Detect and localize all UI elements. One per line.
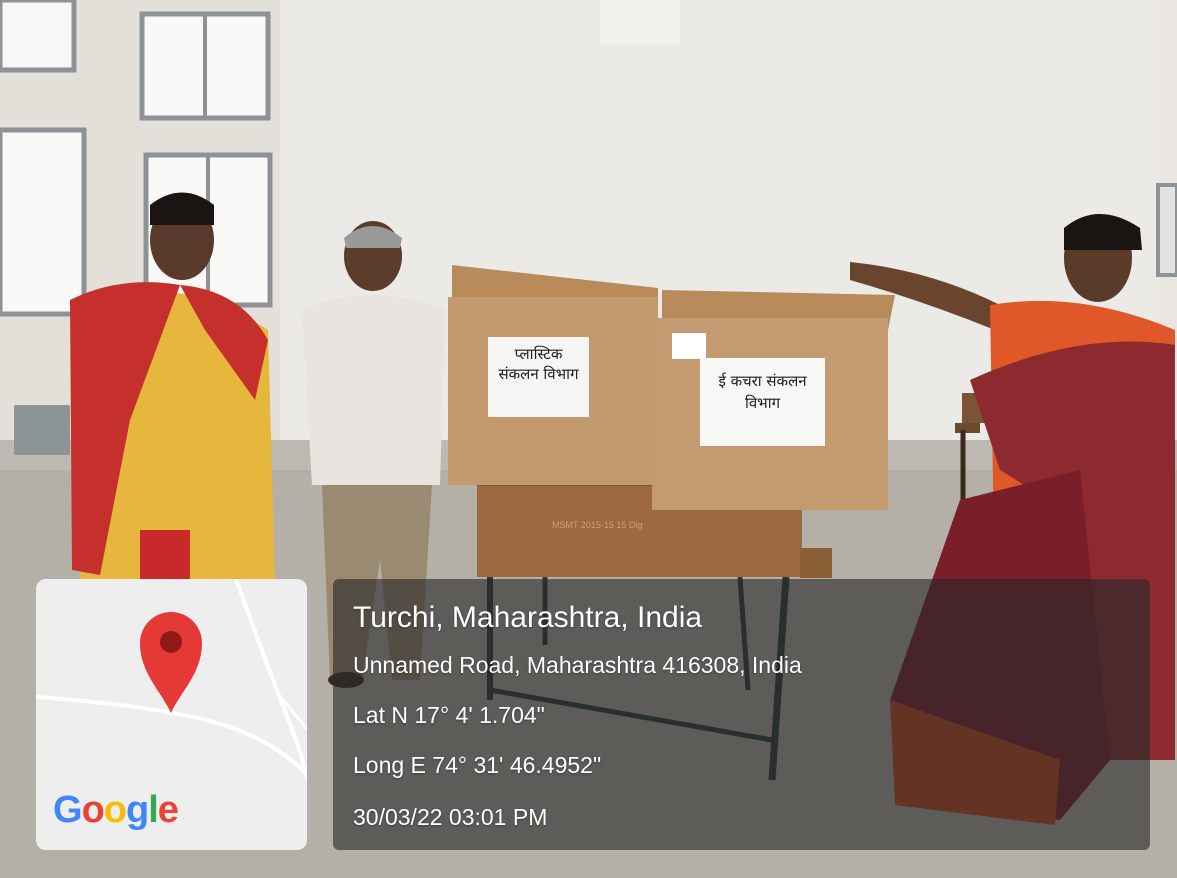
cardboard-box-ewaste: ई कचरा संकलन विभाग [652, 290, 895, 510]
box-label-plastic: प्लास्टिक संकलन विभाग [498, 345, 579, 383]
desk-marking: MSMT 2015-15 15 Dig [552, 520, 642, 530]
google-logo-letter: l [148, 789, 159, 831]
geotag-info-panel: Turchi, Maharashtra, India Unnamed Road,… [333, 579, 1150, 850]
google-logo-letter: o [81, 789, 105, 831]
google-logo-letter: o [103, 789, 127, 831]
google-logo: Google [53, 789, 179, 832]
box-label-ewaste: ई कचरा संकलन विभाग [718, 372, 807, 412]
google-logo-letter: g [126, 789, 149, 831]
capture-timestamp: 30/03/22 03:01 PM [353, 804, 548, 830]
latitude-readout: Lat N 17° 4' 1.704" [353, 702, 545, 728]
location-place: Turchi, Maharashtra, India [353, 601, 703, 634]
longitude-readout: Long E 74° 31' 46.4952" [353, 752, 602, 778]
location-address: Unnamed Road, Maharashtra 416308, India [353, 652, 802, 678]
cardboard-box-plastic: प्लास्टिक संकलन विभाग [448, 265, 658, 485]
google-logo-letter: G [53, 789, 83, 831]
map-card: Google [36, 579, 307, 850]
google-logo-letter: e [157, 789, 179, 831]
